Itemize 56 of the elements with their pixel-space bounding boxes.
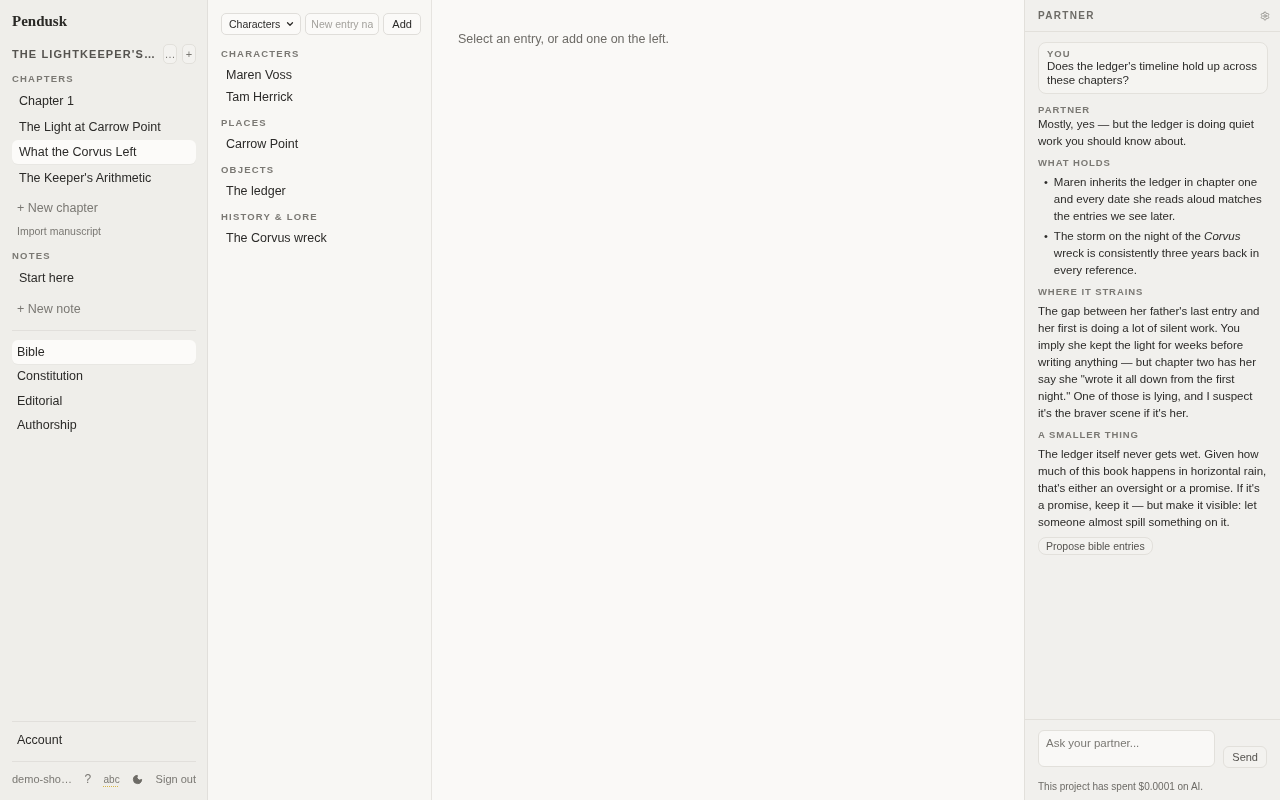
- reply-bullet: The storm on the night of the Corvus wreck is consistently three years back in every reference.: [1053, 229, 1261, 278]
- group-heading: PLACES: [221, 117, 268, 128]
- bullet-marker: •: [1044, 229, 1048, 244]
- entry-name-field[interactable]: New entry na: [305, 13, 380, 35]
- reply-heading: WHERE IT STRAINS: [1038, 286, 1145, 297]
- entry-item[interactable]: Tam Herrick: [221, 86, 418, 108]
- reply-heading: WHAT HOLDS: [1038, 157, 1112, 168]
- import-link[interactable]: Import manuscript: [12, 221, 196, 241]
- ask-field[interactable]: Ask your partner...: [1038, 730, 1216, 767]
- message-author: PARTNER: [1038, 104, 1092, 115]
- group-heading: CHARACTERS: [221, 48, 301, 59]
- sign-out-button[interactable]: Sign out: [155, 773, 196, 785]
- chapter-item[interactable]: The Light at Carrow Point: [12, 114, 196, 139]
- new-note-link[interactable]: + New note: [12, 296, 196, 321]
- more-button[interactable]: …: [163, 44, 177, 64]
- chapter-item[interactable]: Chapter 1: [12, 89, 196, 113]
- moon-icon[interactable]: [132, 773, 144, 785]
- message-author: YOU: [1047, 48, 1072, 59]
- project-title: THE LIGHTKEEPER'S…: [12, 48, 157, 60]
- send-button[interactable]: Send: [1223, 746, 1267, 768]
- panel-title: PARTNER: [1038, 10, 1095, 21]
- reply-heading: A SMALLER THING: [1038, 429, 1140, 440]
- reply-paragraph: The gap between her father's last entry and her first is doing a lot of silent work. You imply she kept the light for weeks before writing anything — but chapter two has her say she "wrote it all down from the first night." One of those is lying, and I suspect it's the braver scene if it's her.: [1038, 304, 1261, 421]
- nav-item[interactable]: Constitution: [12, 364, 196, 388]
- bullet-marker: •: [1044, 175, 1048, 190]
- reply-bullet: Maren inherits the ledger in chapter one and every date she reads aloud matches the entries we see later.: [1053, 175, 1263, 224]
- reply-paragraph: The ledger itself never gets wet. Given how much of this book happens in horizontal rain, that's either an oversight or a promise. If it's a promise, keep it — but make it visible: let someone almost spill something on it.: [1038, 447, 1268, 530]
- nav-item[interactable]: Editorial: [12, 388, 196, 413]
- cost-note: This project has spent $0.0001 on AI.: [1038, 781, 1205, 792]
- note-item[interactable]: Start here: [12, 266, 196, 290]
- section-heading: NOTES: [12, 250, 52, 261]
- help-button[interactable]: ?: [84, 772, 92, 786]
- type-select[interactable]: Characters: [221, 13, 302, 35]
- nav-item[interactable]: Authorship: [12, 413, 196, 437]
- entry-item[interactable]: Carrow Point: [221, 133, 418, 155]
- chevron-icon: [285, 19, 296, 29]
- add-entry-button[interactable]: Add: [383, 13, 421, 35]
- account-link[interactable]: Account: [12, 727, 196, 752]
- propose-button[interactable]: Propose bible entries: [1038, 537, 1153, 555]
- entry-item[interactable]: Maren Voss: [221, 64, 418, 86]
- app-name: Pendusk: [12, 13, 69, 30]
- entry-item[interactable]: The Corvus wreck: [221, 227, 418, 249]
- chapter-item[interactable]: What the Corvus Left: [12, 140, 196, 164]
- entry-item[interactable]: The ledger: [221, 180, 418, 202]
- add-button[interactable]: +: [182, 44, 196, 64]
- user-name: demo-sho…: [12, 773, 72, 785]
- group-heading: HISTORY & LORE: [221, 211, 319, 222]
- nav-item[interactable]: Bible: [12, 339, 196, 364]
- chapter-item[interactable]: The Keeper's Arithmetic: [12, 165, 196, 190]
- new-chapter-link[interactable]: + New chapter: [12, 196, 196, 220]
- group-heading: OBJECTS: [221, 164, 276, 175]
- section-heading: CHAPTERS: [12, 73, 75, 84]
- message-text: Does the ledger's timeline hold up across these chapters?: [1047, 60, 1258, 87]
- spellcheck-toggle[interactable]: abc: [103, 773, 120, 785]
- reply-paragraph: Mostly, yes — but the ledger is doing quiet work you should know about.: [1038, 117, 1255, 149]
- empty-message: Select an entry, or add one on the left.: [458, 32, 671, 46]
